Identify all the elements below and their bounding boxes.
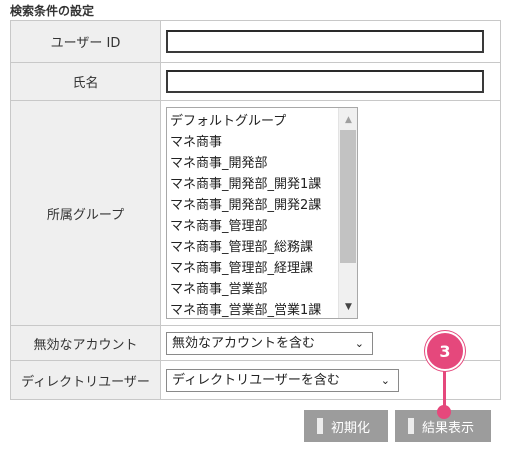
name-input[interactable]	[166, 70, 484, 93]
listbox-scrollbar[interactable]: ▲ ▼	[338, 108, 357, 318]
group-label: 所属グループ	[10, 100, 161, 326]
chevron-down-icon: ⌄	[354, 336, 364, 350]
user-id-input[interactable]	[166, 30, 484, 53]
search-results-button-label: 結果表示	[422, 420, 475, 436]
directory-user-selected: ディレクトリユーザーを含む	[172, 372, 340, 388]
group-option[interactable]: マネ商事_管理部_総務課	[170, 237, 357, 258]
directory-user-select[interactable]: ディレクトリユーザーを含む ⌄	[166, 368, 399, 392]
group-option[interactable]: デフォルトグループ	[170, 111, 357, 132]
triangle-down-icon[interactable]: ▼	[339, 297, 357, 316]
chevron-down-icon: ⌄	[380, 373, 390, 387]
callout-dot	[437, 405, 451, 419]
disabled-account-select[interactable]: 無効なアカウントを含む ⌄	[166, 331, 373, 355]
group-listbox[interactable]: デフォルトグループ マネ商事 マネ商事_開発部 マネ商事_開発部_開発1課 マネ商事_開…	[166, 107, 358, 319]
callout-badge: 3	[425, 331, 465, 371]
group-option[interactable]: マネ商事_開発部_開発1課	[170, 174, 357, 195]
callout-line	[443, 371, 446, 407]
group-option[interactable]: マネ商事_管理部_経理課	[170, 258, 357, 279]
button-bar-icon	[317, 418, 323, 434]
disabled-account-selected: 無効なアカウントを含む	[172, 335, 316, 351]
group-option[interactable]: マネ商事_管理部	[170, 216, 357, 237]
group-option[interactable]: マネ商事	[170, 132, 357, 153]
scroll-thumb[interactable]	[340, 130, 356, 263]
group-option[interactable]: マネ商事_開発部_開発2課	[170, 195, 357, 216]
user-id-label: ユーザー ID	[10, 20, 161, 63]
reset-button-label: 初期化	[331, 420, 371, 436]
group-option[interactable]: マネ商事_営業部	[170, 279, 357, 300]
button-bar-icon	[408, 418, 414, 434]
name-label: 氏名	[10, 62, 161, 101]
reset-button[interactable]: 初期化	[304, 410, 388, 442]
directory-user-label: ディレクトリユーザー	[10, 360, 161, 400]
triangle-up-icon[interactable]: ▲	[339, 110, 357, 129]
disabled-account-label: 無効なアカウント	[10, 325, 161, 361]
section-title: 検索条件の設定	[10, 4, 95, 18]
group-option[interactable]: マネ商事_開発部	[170, 153, 357, 174]
group-list: デフォルトグループ マネ商事 マネ商事_開発部 マネ商事_開発部_開発1課 マネ商事_開…	[167, 108, 357, 318]
group-option[interactable]: マネ商事_営業部_営業1課	[170, 300, 357, 318]
